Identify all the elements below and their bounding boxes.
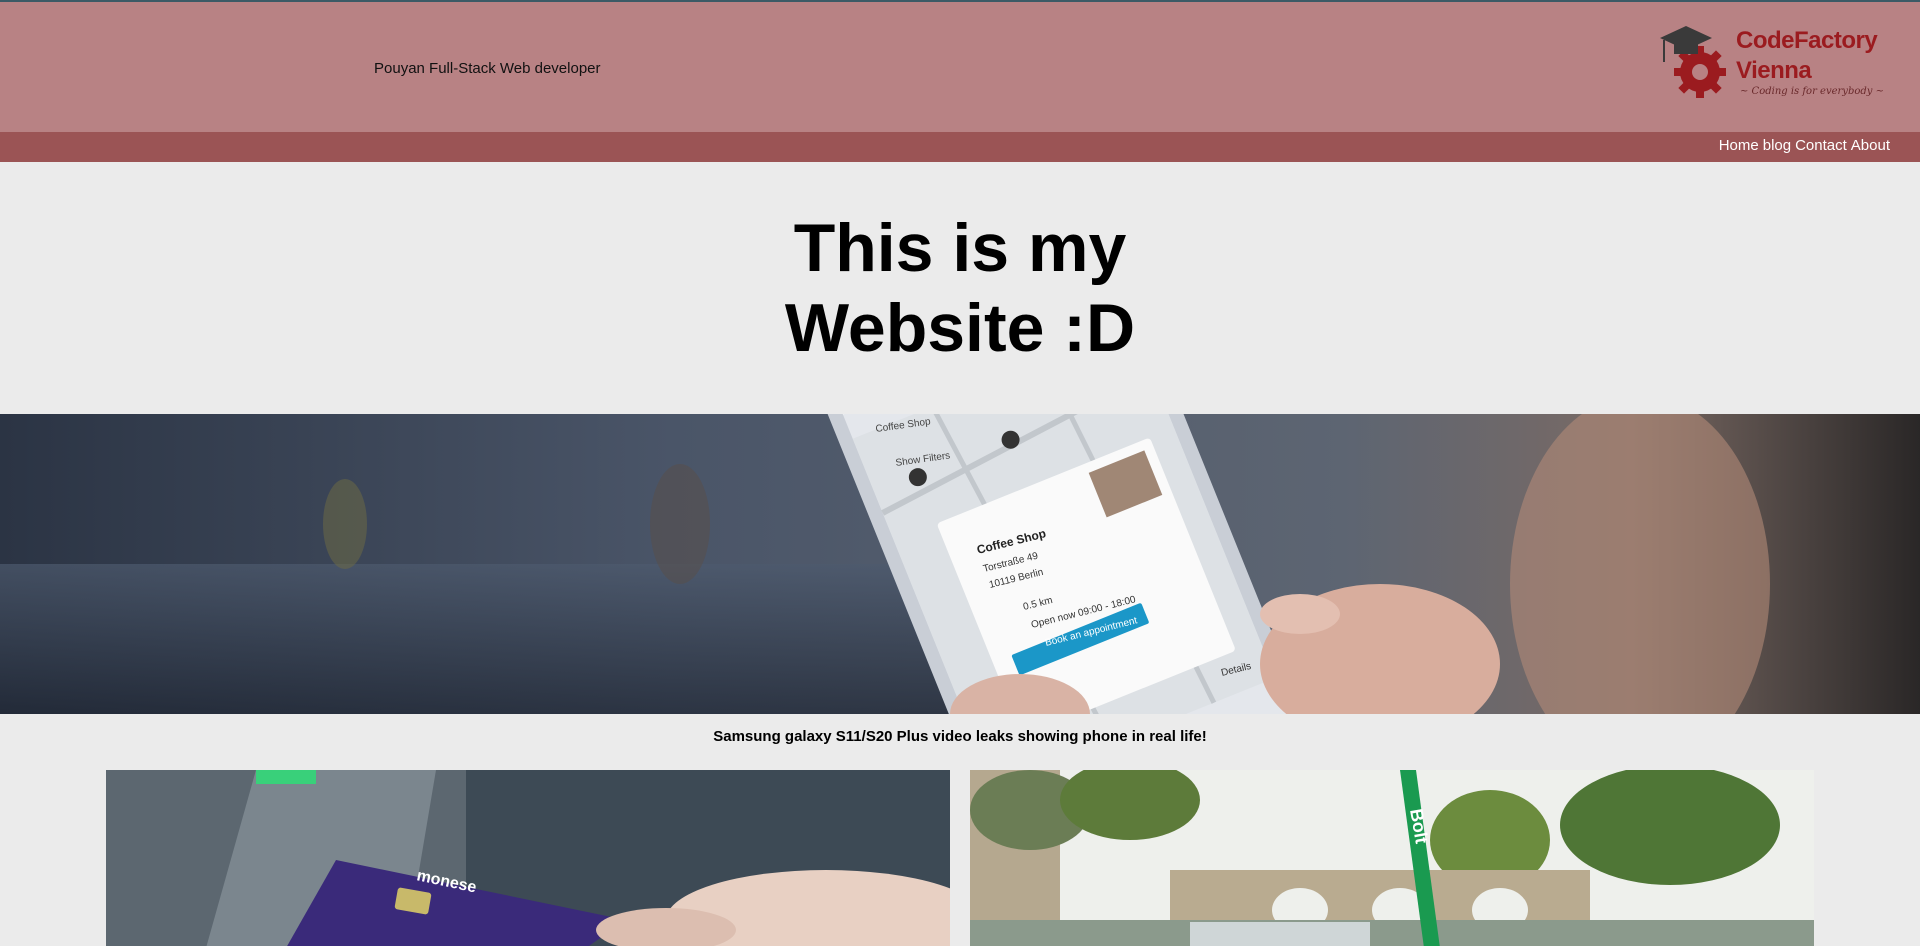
banner-image: Coffee Shop Show Filters Coffee Shop Tor…: [0, 414, 1920, 714]
logo-name-line2: Vienna: [1736, 57, 1812, 84]
banner-caption: Samsung galaxy S11/S20 Plus video leaks …: [713, 728, 1207, 745]
gear-cap-icon: [1660, 26, 1726, 98]
nav-blog-link[interactable]: blog: [1763, 137, 1791, 154]
codefactory-logo[interactable]: CodeFactory Vienna ~ Coding is for every…: [1656, 20, 1896, 106]
nav-links: Home blog Contact About: [1719, 137, 1890, 154]
hero-section: This is my Website :D: [0, 162, 1920, 414]
nav-about-link[interactable]: About: [1851, 137, 1890, 154]
logo-slogan: ~ Coding is for everybody ~: [1740, 86, 1884, 97]
phone-in-hands-photo: Coffee Shop Show Filters Coffee Shop Tor…: [0, 414, 1920, 714]
hero-title: This is my Website :D: [784, 210, 1136, 366]
site-header: Pouyan Full-Stack Web developer CodeFact…: [0, 2, 1920, 132]
logo-name-line1: CodeFactory: [1736, 27, 1878, 54]
header-tagline: Pouyan Full-Stack Web developer: [374, 60, 601, 77]
atm-card-photo: monese: [106, 770, 950, 946]
main-nav: Home blog Contact About: [0, 132, 1920, 162]
card-scooter-photo[interactable]: Bolt: [970, 770, 1814, 946]
nav-contact-link[interactable]: Contact: [1795, 137, 1847, 154]
nav-home-link[interactable]: Home: [1719, 137, 1759, 154]
card-atm-photo[interactable]: monese: [106, 770, 950, 946]
scooter-river-photo: Bolt: [970, 770, 1814, 946]
